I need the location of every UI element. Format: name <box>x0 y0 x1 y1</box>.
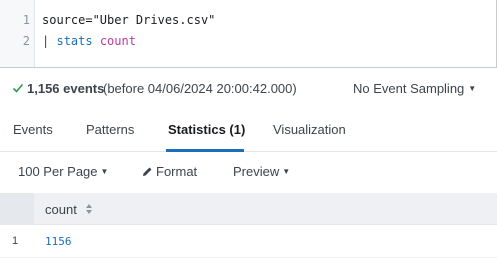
pipe-token: | <box>42 34 50 48</box>
line-number-gutter: 1 2 <box>0 0 35 67</box>
table-row: 1 1156 <box>0 226 497 258</box>
caret-down-icon: ▼ <box>282 167 291 176</box>
format-button[interactable]: Format <box>156 164 197 179</box>
line-number: 2 <box>22 34 30 48</box>
search-query-line[interactable]: | stats count <box>42 34 136 48</box>
event-sampling-label: No Event Sampling <box>353 81 465 96</box>
caret-down-icon: ▼ <box>468 84 477 93</box>
results-table-header: count <box>0 193 497 225</box>
tab-statistics[interactable]: Statistics (1) <box>168 122 245 137</box>
command-token: stats <box>56 34 93 48</box>
column-header-count[interactable]: count <box>45 202 77 217</box>
events-time-range: (before 04/06/2024 20:00:42.000) <box>103 81 297 96</box>
search-editor[interactable]: 1 2 source="Uber Drives.csv" | stats cou… <box>0 0 497 68</box>
event-sampling-dropdown[interactable]: No Event Sampling ▼ <box>353 81 476 96</box>
function-token: count <box>99 34 136 48</box>
results-tabs: Events Patterns Statistics (1) Visualiza… <box>0 112 497 152</box>
search-status-bar: 1,156 events (before 04/06/2024 20:00:42… <box>0 78 497 102</box>
preview-dropdown[interactable]: Preview ▼ <box>233 164 290 179</box>
sort-icon[interactable] <box>85 203 93 215</box>
count-cell[interactable]: 1156 <box>45 235 72 248</box>
row-index-header <box>0 193 34 225</box>
tab-events[interactable]: Events <box>13 122 53 137</box>
tab-visualization[interactable]: Visualization <box>273 122 346 137</box>
preview-label: Preview <box>233 164 280 179</box>
checkmark-icon <box>12 83 24 93</box>
per-page-label: 100 Per Page <box>18 164 98 179</box>
row-index: 1 <box>0 226 34 258</box>
tab-patterns[interactable]: Patterns <box>86 122 134 137</box>
active-tab-indicator <box>166 149 244 152</box>
pencil-icon <box>143 167 152 176</box>
results-toolbar: 100 Per Page ▼ Format Preview ▼ <box>0 158 497 186</box>
events-count[interactable]: 1,156 events <box>27 81 104 96</box>
per-page-dropdown[interactable]: 100 Per Page ▼ <box>18 164 108 179</box>
row-number: 1 <box>12 235 19 247</box>
search-query-line[interactable]: source="Uber Drives.csv" <box>42 13 215 27</box>
line-number: 1 <box>22 13 30 27</box>
caret-down-icon: ▼ <box>100 167 109 176</box>
